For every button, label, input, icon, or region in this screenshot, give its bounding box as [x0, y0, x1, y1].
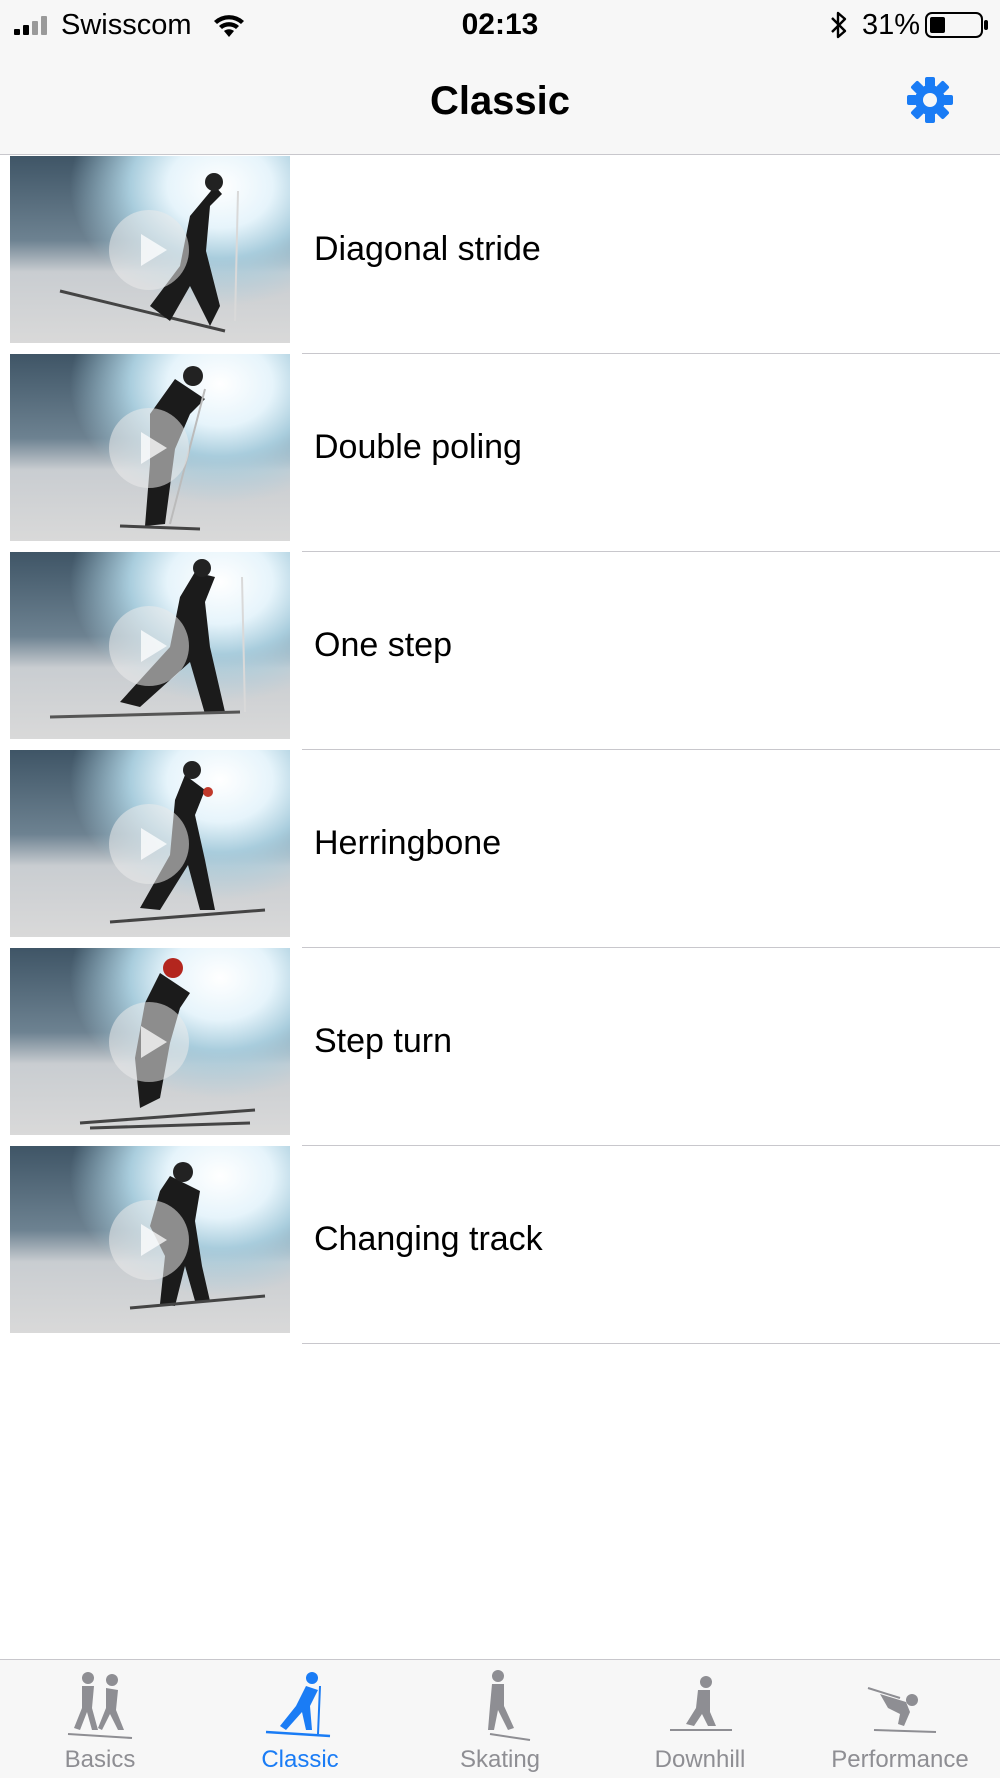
battery-percent: 31% [862, 9, 921, 41]
tab-bar: Basics Classic Skating Downhill Performa… [0, 1659, 1000, 1778]
status-bar: Swisscom 02:13 31% [0, 0, 1000, 50]
list-item[interactable]: Double poling [0, 354, 1000, 552]
downhill-skier-icon [670, 1676, 732, 1731]
video-thumbnail[interactable] [10, 948, 290, 1135]
video-thumbnail[interactable] [10, 750, 290, 937]
video-thumbnail[interactable] [10, 552, 290, 739]
navigation-bar: Classic [0, 50, 1000, 155]
skiers-icon [67, 1672, 133, 1739]
bluetooth-icon [831, 11, 847, 39]
list-item-label: Herringbone [314, 824, 502, 862]
video-thumbnail[interactable] [10, 354, 290, 541]
tab-downhill[interactable]: Downhill [600, 1660, 800, 1778]
tab-performance[interactable]: Performance [800, 1660, 1000, 1778]
play-icon [109, 1002, 189, 1082]
video-thumbnail[interactable] [10, 156, 290, 343]
skating-skier-icon [488, 1670, 531, 1741]
play-icon [109, 408, 189, 488]
tab-label: Classic [261, 1746, 339, 1773]
technique-list: Diagonal stride Double poling One step H… [0, 156, 1000, 1344]
list-item[interactable]: Diagonal stride [0, 156, 1000, 354]
play-icon [109, 804, 189, 884]
tab-skating[interactable]: Skating [400, 1660, 600, 1778]
list-item[interactable]: One step [0, 552, 1000, 750]
list-item-label: Diagonal stride [314, 230, 541, 268]
list-item-label: Double poling [314, 428, 522, 466]
list-item[interactable]: Herringbone [0, 750, 1000, 948]
page-title: Classic [429, 79, 571, 123]
list-item-label: Step turn [314, 1022, 452, 1060]
tab-label: Basics [64, 1746, 136, 1773]
tab-label: Performance [831, 1746, 969, 1773]
play-icon [109, 606, 189, 686]
list-item[interactable]: Step turn [0, 948, 1000, 1146]
play-icon [109, 210, 189, 290]
classic-skier-icon [265, 1672, 331, 1738]
tuck-skier-icon [867, 1687, 937, 1733]
video-thumbnail[interactable] [10, 1146, 290, 1333]
list-item-label: One step [314, 626, 452, 664]
list-item-label: Changing track [314, 1220, 543, 1258]
tab-label: Skating [459, 1746, 541, 1773]
battery-icon [925, 12, 988, 38]
gear-icon[interactable] [905, 75, 955, 125]
tab-basics[interactable]: Basics [0, 1660, 200, 1778]
play-icon [109, 1200, 189, 1280]
tab-label: Downhill [654, 1746, 746, 1773]
list-item[interactable]: Changing track [0, 1146, 1000, 1344]
status-time: 02:13 [461, 8, 539, 41]
tab-classic[interactable]: Classic [200, 1660, 400, 1778]
